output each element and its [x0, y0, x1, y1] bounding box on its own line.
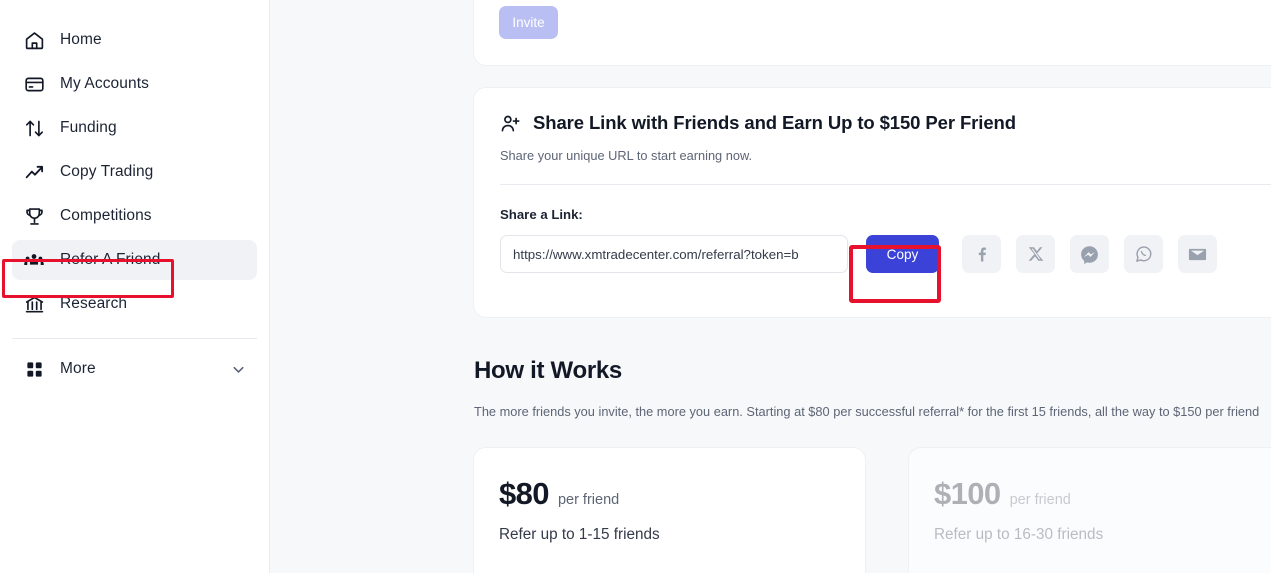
tier-amount: $100	[934, 476, 1001, 511]
user-add-icon	[500, 113, 521, 134]
tier-per-label: per friend	[557, 492, 620, 508]
share-link-title: Share Link with Friends and Earn Up to $…	[533, 112, 1016, 133]
sidebar-item-label: Home	[60, 31, 102, 48]
home-icon	[22, 28, 46, 52]
people-group-icon	[22, 248, 46, 272]
trend-up-icon	[22, 160, 46, 184]
chevron-down-icon[interactable]	[230, 361, 247, 378]
refer-a-friend-page: Home My Accounts Funding Copy Trading Co…	[0, 0, 1271, 573]
share-link-row: Copy	[474, 222, 1271, 273]
sidebar: Home My Accounts Funding Copy Trading Co…	[0, 0, 270, 573]
tier-range: Refer up to 1-15 friends	[499, 526, 660, 543]
email-icon[interactable]	[1178, 235, 1217, 273]
sidebar-item-research[interactable]: Research	[12, 284, 257, 324]
sidebar-item-label: More	[60, 360, 96, 377]
sidebar-item-competitions[interactable]: Competitions	[12, 196, 257, 236]
sidebar-item-refer-a-friend[interactable]: Refer A Friend	[12, 240, 257, 280]
share-link-subtitle: Share your unique URL to start earning n…	[500, 148, 753, 163]
tier-amount: $80	[499, 476, 550, 511]
social-share-buttons	[962, 235, 1217, 273]
card-icon	[22, 72, 46, 96]
sidebar-item-home[interactable]: Home	[12, 20, 257, 60]
sidebar-item-label: Research	[60, 295, 128, 312]
whatsapp-icon[interactable]	[1124, 235, 1163, 273]
invite-button[interactable]: Invite	[499, 6, 558, 39]
share-link-field-label: Share a Link:	[500, 207, 583, 222]
tier-range: Refer up to 16-30 friends	[934, 526, 1104, 543]
sidebar-item-copy-trading[interactable]: Copy Trading	[12, 152, 257, 192]
invite-card: Invite	[474, 0, 1271, 65]
referral-url-input[interactable]	[500, 235, 848, 273]
sidebar-item-label: Competitions	[60, 207, 152, 224]
tier-amount-row: $80 per friend	[499, 476, 840, 512]
sidebar-item-funding[interactable]: Funding	[12, 108, 257, 148]
sidebar-item-more[interactable]: More	[12, 349, 257, 389]
tier-amount-row: $100 per friend	[934, 476, 1271, 512]
messenger-icon[interactable]	[1070, 235, 1109, 273]
main-content: Invite Share Link with Friends and Earn …	[270, 0, 1271, 573]
sidebar-item-label: My Accounts	[60, 75, 149, 92]
grid-icon	[22, 357, 46, 381]
sidebar-item-my-accounts[interactable]: My Accounts	[12, 64, 257, 104]
share-link-card: Share Link with Friends and Earn Up to $…	[474, 88, 1271, 317]
how-it-works-title: How it Works	[474, 357, 622, 384]
bank-icon	[22, 292, 46, 316]
facebook-icon[interactable]	[962, 235, 1001, 273]
trophy-icon	[22, 204, 46, 228]
tier-card: $80 per friend Refer up to 1-15 friends …	[474, 448, 865, 573]
sidebar-item-label: Funding	[60, 119, 117, 136]
how-it-works-description: The more friends you invite, the more yo…	[474, 404, 1260, 419]
tier-card: $100 per friend Refer up to 16-30 friend…	[909, 448, 1271, 573]
sidebar-item-label: Refer A Friend	[60, 251, 161, 268]
x-twitter-icon[interactable]	[1016, 235, 1055, 273]
share-link-header: Share Link with Friends and Earn Up to $…	[474, 88, 1271, 134]
sidebar-item-label: Copy Trading	[60, 163, 154, 180]
transfer-arrows-icon	[22, 116, 46, 140]
copy-button[interactable]: Copy	[866, 235, 939, 273]
sidebar-divider	[12, 338, 257, 339]
tier-per-label: per friend	[1009, 492, 1071, 508]
